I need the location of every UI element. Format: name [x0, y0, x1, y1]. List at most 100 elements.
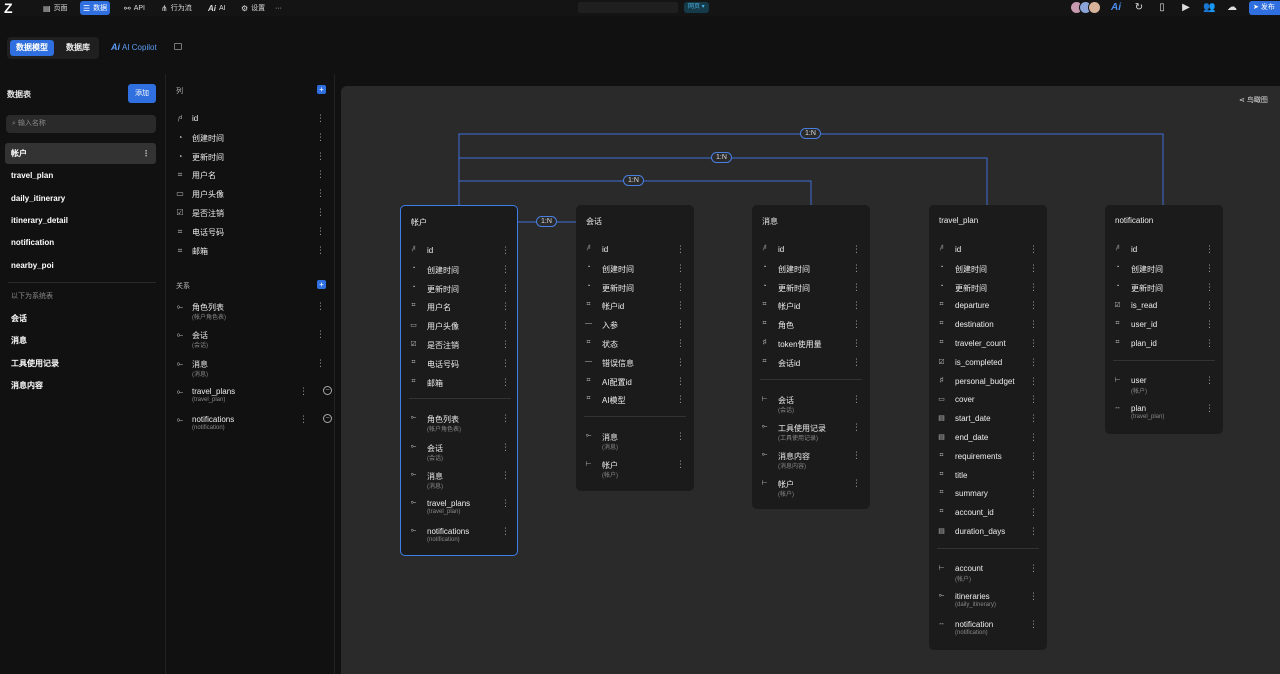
refresh-icon[interactable]: ↻ [1133, 2, 1145, 14]
card-relation-row[interactable]: ⟜ itineraries (daily_itinerary) ⋮ [934, 588, 1042, 616]
search-input[interactable]: ⌕ 输入名称 [6, 115, 156, 133]
more-icon[interactable]: ⋮ [316, 245, 325, 256]
env-badge[interactable]: 网页 ▾ [684, 2, 709, 13]
more-icon[interactable]: ⋮ [676, 459, 685, 470]
card-field-row[interactable]: ⌗ destination ⋮ [934, 316, 1042, 335]
app-logo[interactable]: Z [4, 1, 18, 15]
more-icon[interactable]: ⋮ [852, 300, 861, 311]
more-icon[interactable]: ⋮ [1029, 563, 1038, 574]
card-field-row[interactable]: ⌗ AI配置id ⋮ [581, 373, 689, 392]
card-field-row[interactable]: ⌗ 角色 ⋮ [757, 316, 865, 335]
card-field-row[interactable]: ⌗ 邮箱 ⋮ [406, 374, 514, 393]
sidebar-item-travel-plan[interactable]: travel_plan [5, 165, 156, 186]
birdseye-button[interactable]: ⋖ 鸟瞰图 [1239, 95, 1268, 105]
card-field-row[interactable]: ⌗ requirements ⋮ [934, 448, 1042, 467]
more-icon[interactable]: ⋮ [299, 414, 308, 425]
column-row[interactable]: ⌗ 用户名 ⋮ [172, 166, 330, 185]
relation-row[interactable]: ⟜ 会话 (会话) ⋮ [172, 326, 330, 354]
more-icon[interactable]: ⋮ [1205, 319, 1214, 330]
card-field-row[interactable]: ◔ 创建时间 ⋮ [934, 260, 1042, 279]
card-field-row[interactable]: ᵢᵈ id ⋮ [581, 241, 689, 260]
more-icon[interactable]: ⋮ [1029, 319, 1038, 330]
sidebar-item-nearby-poi[interactable]: nearby_poi [5, 255, 156, 276]
nav-api[interactable]: ⚯ API [121, 1, 148, 15]
card-relation-row[interactable]: ⟜ 消息内容 (消息内容) ⋮ [757, 447, 865, 475]
card-field-row[interactable]: ⌗ departure ⋮ [934, 297, 1042, 316]
more-icon[interactable]: ⋮ [676, 338, 685, 349]
more-icon[interactable]: ⋮ [501, 358, 510, 369]
more-icon[interactable]: ⋮ [299, 386, 308, 397]
more-icon[interactable]: ⋮ [316, 301, 325, 312]
card-field-row[interactable]: ⌗ account_id ⋮ [934, 504, 1042, 523]
users-icon[interactable]: 👥 [1203, 2, 1215, 14]
more-icon[interactable]: ⋮ [1029, 244, 1038, 255]
nav-ai[interactable]: Ai AI [205, 1, 229, 15]
more-icon[interactable]: ⋮ [316, 188, 325, 199]
more-icon[interactable]: ⋮ [501, 320, 510, 331]
sidebar-item-daily-itinerary[interactable]: daily_itinerary [5, 188, 156, 209]
card-field-row[interactable]: ⌗ user_id ⋮ [1110, 316, 1218, 335]
sidebar-item-session[interactable]: 会话 [5, 308, 156, 329]
more-icon[interactable]: ⋮ [852, 319, 861, 330]
card-field-row[interactable]: ◔ 更新时间 ⋮ [406, 280, 514, 299]
more-icon[interactable]: ⋮ [501, 526, 510, 537]
more-icon[interactable]: ⋮ [852, 478, 861, 489]
document-icon[interactable]: ▯ [1156, 2, 1168, 14]
card-relation-row[interactable]: ⟜ 消息 (消息) ⋮ [581, 428, 689, 456]
cardinality-badge[interactable]: 1:N [536, 216, 557, 227]
card-relation-row[interactable]: ⊢ 帐户 (帐户) ⋮ [581, 456, 689, 484]
more-icon[interactable]: ⋮ [316, 113, 325, 124]
more-icon[interactable]: ⋮ [1205, 403, 1214, 414]
add-relation-button[interactable]: + [317, 280, 326, 289]
sidebar-item-tool-usage[interactable]: 工具使用记录 [5, 353, 156, 374]
more-icon[interactable]: ⋮ [501, 377, 510, 388]
more-icon[interactable]: ⋮ [316, 226, 325, 237]
column-row[interactable]: ▭ 用户头像 ⋮ [172, 185, 330, 204]
more-icon[interactable]: ⋮ [1205, 375, 1214, 386]
card-field-row[interactable]: ⌗ 会话id ⋮ [757, 354, 865, 373]
more-icon[interactable]: ⋮ [501, 413, 510, 424]
collaborators[interactable] [1070, 1, 1101, 14]
card-field-row[interactable]: ⌗ 电话号码 ⋮ [406, 355, 514, 374]
more-icon[interactable]: ⋮ [1205, 244, 1214, 255]
cardinality-badge[interactable]: 1:N [623, 175, 644, 186]
card-field-row[interactable]: ᵢᵈ id ⋮ [934, 241, 1042, 260]
sidebar-toggle-icon[interactable] [174, 43, 182, 50]
more-icon[interactable]: ⋮ [1029, 432, 1038, 443]
more-icon[interactable]: ⋮ [852, 338, 861, 349]
add-table-button[interactable]: 添加 [128, 84, 156, 103]
sidebar-item-itinerary-detail[interactable]: itinerary_detail [5, 210, 156, 231]
column-row[interactable]: ◔ 更新时间 ⋮ [172, 148, 330, 167]
card-relation-row[interactable]: ⊢ 会话 (会话) ⋮ [757, 391, 865, 419]
card-field-row[interactable]: ☑ 是否注销 ⋮ [406, 336, 514, 355]
card-relation-row[interactable]: ↔ notification (notification) ⋮ [934, 616, 1042, 644]
card-field-row[interactable]: ☑ is_completed ⋮ [934, 354, 1042, 373]
more-icon[interactable]: ⋮ [316, 207, 325, 218]
more-icon[interactable]: ⋮ [316, 132, 325, 143]
sidebar-item-account[interactable]: 帐户 ⋮ [5, 143, 156, 164]
card-field-row[interactable]: ♯ personal_budget ⋮ [934, 373, 1042, 392]
ai-copilot-button[interactable]: Ai AI Copilot [111, 42, 157, 52]
card-relation-row[interactable]: ⊢ user (帐户) ⋮ [1110, 372, 1218, 400]
sidebar-item-message[interactable]: 消息 [5, 330, 156, 351]
more-icon[interactable]: ⋮ [1029, 338, 1038, 349]
table-card[interactable]: notification ᵢᵈ id ⋮ ◔ 创建时间 ⋮ ◔ 更新时间 ⋮ ☑ is_read ⋮ ⌗ u… [1105, 205, 1223, 435]
nav-page[interactable]: ▤ 页面 [40, 1, 71, 15]
remove-icon[interactable]: − [323, 414, 332, 424]
nav-data[interactable]: ☰ 数据 [80, 1, 111, 15]
more-icon[interactable]: ⋮ [676, 376, 685, 387]
card-field-row[interactable]: ⌗ summary ⋮ [934, 485, 1042, 504]
card-field-row[interactable]: ▤ duration_days ⋮ [934, 523, 1042, 542]
card-field-row[interactable]: ⌗ AI模型 ⋮ [581, 391, 689, 410]
more-icon[interactable]: ⋮ [676, 263, 685, 274]
card-relation-row[interactable]: ⟜ 角色列表 (帐户角色表) ⋮ [406, 410, 514, 438]
more-icon[interactable]: ⋮ [852, 263, 861, 274]
card-field-row[interactable]: ᵢᵈ id ⋮ [1110, 241, 1218, 260]
more-icon[interactable]: ⋮ [852, 282, 861, 293]
add-column-button[interactable]: + [317, 85, 326, 94]
relation-row[interactable]: − ⟜ travel_plans (travel_plan) ⋮ [172, 383, 332, 411]
sidebar-item-notification[interactable]: notification [5, 232, 156, 253]
cloud-icon[interactable]: ☁ [1226, 2, 1238, 14]
more-icon[interactable]: ⋮ [676, 357, 685, 368]
relation-row[interactable]: − ⟜ notifications (notification) ⋮ [172, 411, 332, 439]
